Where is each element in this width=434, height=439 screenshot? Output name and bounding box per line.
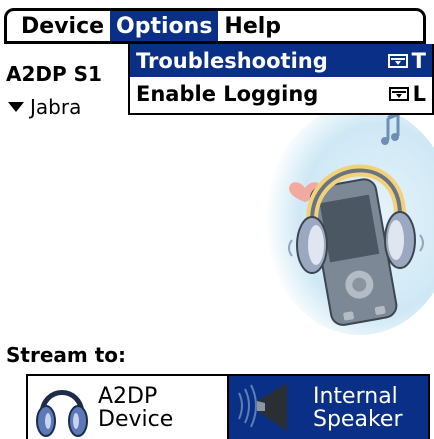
headphones-device-illustration xyxy=(250,90,434,350)
menu-bar: Device Options Help xyxy=(4,8,426,44)
stream-option-label: Internal Speaker xyxy=(313,385,402,431)
label-line-2: Speaker xyxy=(313,406,403,432)
speaker-icon xyxy=(233,376,295,439)
menu-item-troubleshooting[interactable]: Troubleshooting T xyxy=(130,44,432,77)
menu-item-label: Enable Logging xyxy=(136,81,319,106)
menu-item-label: Troubleshooting xyxy=(136,48,328,73)
device-selector[interactable]: Jabra xyxy=(8,95,81,119)
menu-options[interactable]: Options xyxy=(110,11,219,41)
headphones-icon xyxy=(34,376,90,439)
device-selector-value: Jabra xyxy=(30,95,82,119)
label-line-1: Internal xyxy=(313,383,398,409)
stream-option-label: A2DP Device xyxy=(98,385,173,431)
stream-option-a2dp-device[interactable]: A2DP Device xyxy=(28,376,229,439)
menu-item-enable-logging[interactable]: Enable Logging L xyxy=(130,77,432,110)
stream-target-selector: A2DP Device Internal Speaker xyxy=(26,374,430,439)
command-stroke-icon xyxy=(388,86,409,101)
screen-title: A2DP S1 xyxy=(6,62,102,86)
shortcut: L xyxy=(388,81,426,106)
menu-help[interactable]: Help xyxy=(218,11,287,41)
label-line-2: Device xyxy=(98,406,174,432)
command-stroke-icon xyxy=(387,53,408,68)
stream-option-internal-speaker[interactable]: Internal Speaker xyxy=(229,376,428,439)
menu-device[interactable]: Device xyxy=(7,11,110,41)
stream-to-label: Stream to: xyxy=(6,343,126,367)
label-line-1: A2DP xyxy=(98,383,158,409)
shortcut-key: T xyxy=(411,48,426,73)
shortcut-key: L xyxy=(412,81,426,106)
dropdown-triangle-icon xyxy=(8,102,24,112)
shortcut: T xyxy=(387,48,426,73)
options-dropdown: Troubleshooting T Enable Logging L xyxy=(128,44,434,115)
